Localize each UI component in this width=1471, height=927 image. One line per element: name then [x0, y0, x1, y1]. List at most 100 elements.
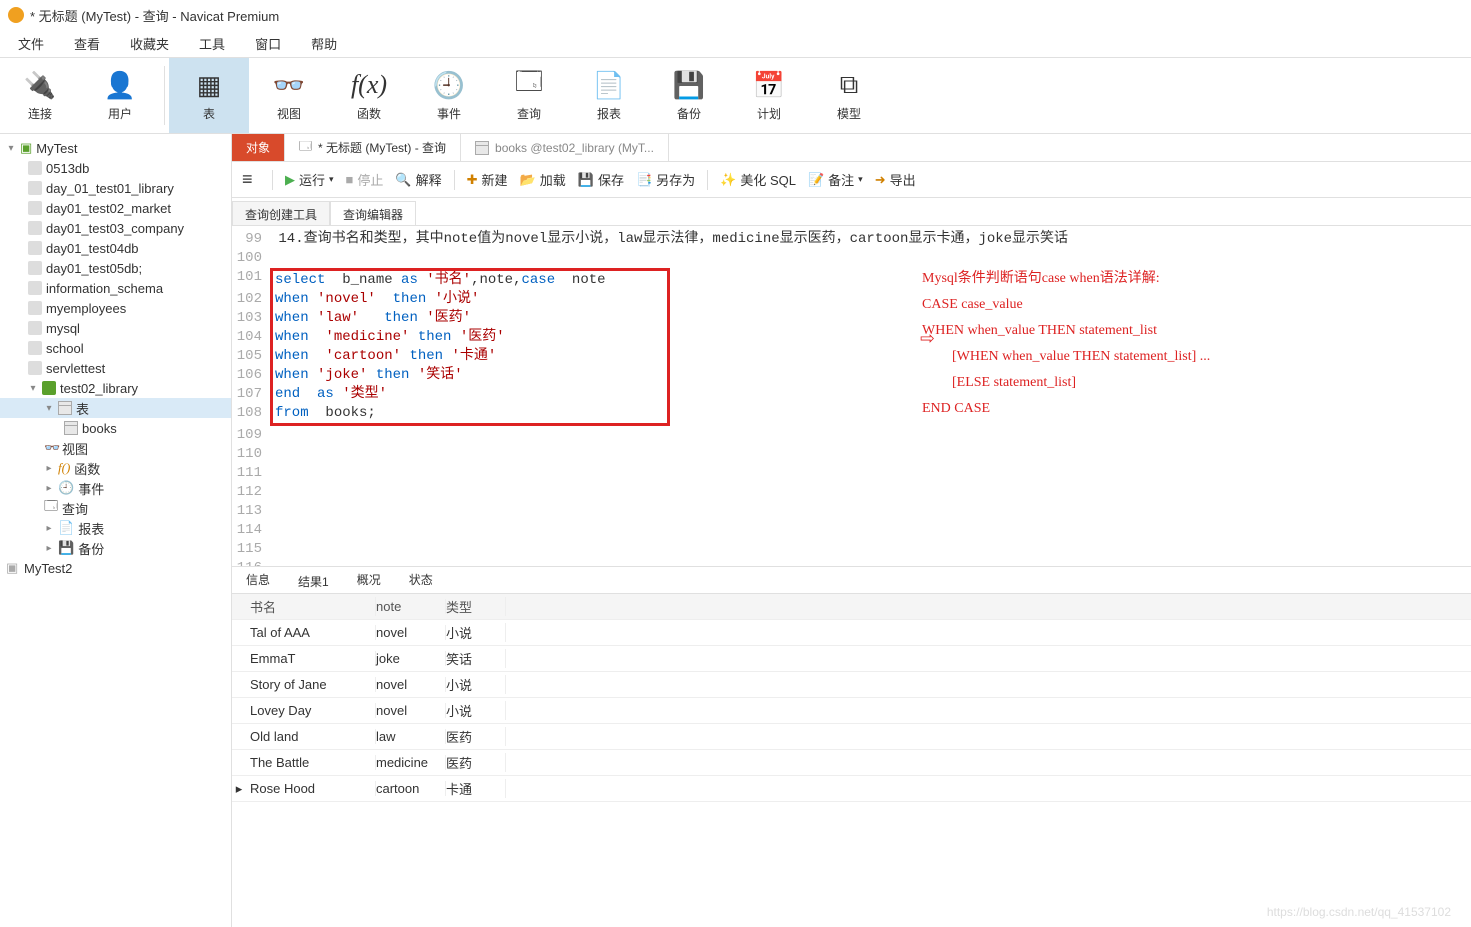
new-button[interactable]: ✚新建	[467, 170, 508, 189]
database-icon	[28, 321, 42, 335]
views-node[interactable]: 👓视图	[0, 438, 231, 458]
subtab-editor[interactable]: 查询编辑器	[330, 201, 416, 225]
annotation: Mysql条件判断语句case when语法详解: CASE case_valu…	[922, 266, 1210, 422]
table-row[interactable]: Lovey Daynovel小说	[232, 698, 1471, 724]
db-servlettest[interactable]: servlettest	[0, 358, 231, 378]
menu-fav[interactable]: 收藏夹	[130, 34, 169, 53]
database-icon	[28, 361, 42, 375]
table-row[interactable]: ▸Rose Hoodcartoon卡通	[232, 776, 1471, 802]
database-icon	[28, 281, 42, 295]
database-icon	[28, 161, 42, 175]
toolbar-用户[interactable]: 👤用户	[80, 58, 160, 133]
menu-tools[interactable]: 工具	[199, 34, 225, 53]
conn-mytest2[interactable]: ▣MyTest2	[0, 558, 231, 578]
menu-window[interactable]: 窗口	[255, 34, 281, 53]
table-row[interactable]: Tal of AAAnovel小说	[232, 620, 1471, 646]
toolbar-icon: 👓	[273, 69, 305, 101]
database-icon	[28, 301, 42, 315]
menu-view[interactable]: 查看	[74, 34, 100, 53]
table-row[interactable]: EmmaTjoke笑话	[232, 646, 1471, 672]
menu-file[interactable]: 文件	[18, 34, 44, 53]
menu-help[interactable]: 帮助	[311, 34, 337, 53]
toolbar-视图[interactable]: 👓视图	[249, 58, 329, 133]
db-school[interactable]: school	[0, 338, 231, 358]
conn-mytest[interactable]: ▾▣MyTest	[0, 138, 231, 158]
db-mysql[interactable]: mysql	[0, 318, 231, 338]
window-title: * 无标题 (MyTest) - 查询 - Navicat Premium	[30, 6, 279, 25]
tab-objects[interactable]: 对象	[232, 134, 285, 161]
explain-button[interactable]: 🔍解释	[395, 170, 441, 189]
menubar: 文件 查看 收藏夹 工具 窗口 帮助	[0, 30, 1471, 58]
backup-node[interactable]: ▸💾备份	[0, 538, 231, 558]
toolbar-icon: f(x)	[353, 69, 385, 101]
tables-node[interactable]: ▾表	[0, 398, 231, 418]
func-node[interactable]: ▸f()函数	[0, 458, 231, 478]
stop-button[interactable]: ■停止	[346, 170, 384, 189]
db-day01_test02_market[interactable]: day01_test02_market	[0, 198, 231, 218]
query-toolbar: ▶运行▾ ■停止 🔍解释 ✚新建 📂加载 💾保存 📑另存为 ✨美化 SQL 📝备…	[232, 162, 1471, 198]
toolbar-icon: 📅	[753, 69, 785, 101]
res-tab-status[interactable]: 状态	[395, 567, 447, 593]
beautify-button[interactable]: ✨美化 SQL	[720, 170, 796, 189]
query-node[interactable]: 🗔查询	[0, 498, 231, 518]
res-tab-result1[interactable]: 结果1	[284, 567, 343, 593]
tab-query[interactable]: 🗔* 无标题 (MyTest) - 查询	[285, 134, 461, 161]
toolbar-表[interactable]: ▦表	[169, 58, 249, 133]
toolbar-模型[interactable]: ⧉模型	[809, 58, 889, 133]
subtab-builder[interactable]: 查询创建工具	[232, 201, 330, 225]
database-icon	[28, 341, 42, 355]
app-icon	[8, 7, 24, 23]
database-icon	[28, 261, 42, 275]
toolbar-icon: ▦	[193, 69, 225, 101]
db-day_01_test01_library[interactable]: day_01_test01_library	[0, 178, 231, 198]
result-grid[interactable]: 书名note类型Tal of AAAnovel小说EmmaTjoke笑话Stor…	[232, 594, 1471, 802]
db-day01_test04db[interactable]: day01_test04db	[0, 238, 231, 258]
toolbar-icon: 💾	[673, 69, 705, 101]
note-button[interactable]: 📝备注▾	[808, 170, 863, 189]
tabbar: 对象 🗔* 无标题 (MyTest) - 查询 books @test02_li…	[232, 134, 1471, 162]
tab-books[interactable]: books @test02_library (MyT...	[461, 134, 669, 161]
db-myemployees[interactable]: myemployees	[0, 298, 231, 318]
db-information_schema[interactable]: information_schema	[0, 278, 231, 298]
database-icon	[28, 201, 42, 215]
report-node[interactable]: ▸📄报表	[0, 518, 231, 538]
main-area: 对象 🗔* 无标题 (MyTest) - 查询 books @test02_li…	[232, 134, 1471, 927]
export-button[interactable]: ➜导出	[875, 170, 916, 189]
sidebar[interactable]: ▾▣MyTest 0513dbday_01_test01_libraryday0…	[0, 134, 232, 927]
toolbar-icon: 👤	[104, 69, 136, 101]
load-button[interactable]: 📂加载	[520, 170, 566, 189]
hamburger-icon[interactable]	[242, 169, 260, 190]
db-0513db[interactable]: 0513db	[0, 158, 231, 178]
sql-editor[interactable]: ⇨ Mysql条件判断语句case when语法详解: CASE case_va…	[232, 226, 1471, 566]
result-tabs: 信息 结果1 概况 状态	[232, 566, 1471, 594]
res-tab-info[interactable]: 信息	[232, 567, 284, 593]
toolbar-icon: 🕘	[433, 69, 465, 101]
toolbar-计划[interactable]: 📅计划	[729, 58, 809, 133]
save-button[interactable]: 💾保存	[578, 170, 624, 189]
toolbar-查询[interactable]: 🗔查询	[489, 58, 569, 133]
editor-subtabs: 查询创建工具 查询编辑器	[232, 198, 1471, 226]
toolbar-icon: ⧉	[833, 69, 865, 101]
toolbar-连接[interactable]: 🔌连接	[0, 58, 80, 133]
toolbar-icon: 🗔	[513, 69, 545, 101]
table-row[interactable]: Old landlaw医药	[232, 724, 1471, 750]
toolbar-事件[interactable]: 🕘事件	[409, 58, 489, 133]
database-icon	[28, 181, 42, 195]
table-row[interactable]: The Battlemedicine医药	[232, 750, 1471, 776]
toolbar-icon: 🔌	[24, 69, 56, 101]
main-toolbar: 🔌连接👤用户▦表👓视图f(x)函数🕘事件🗔查询📄报表💾备份📅计划⧉模型	[0, 58, 1471, 134]
db-day01_test03_company[interactable]: day01_test03_company	[0, 218, 231, 238]
toolbar-备份[interactable]: 💾备份	[649, 58, 729, 133]
toolbar-icon: 📄	[593, 69, 625, 101]
event-node[interactable]: ▸🕘事件	[0, 478, 231, 498]
db-day01_test05db;[interactable]: day01_test05db;	[0, 258, 231, 278]
run-button[interactable]: ▶运行▾	[285, 170, 334, 189]
table-row[interactable]: Story of Janenovel小说	[232, 672, 1471, 698]
db-test02-library[interactable]: ▾test02_library	[0, 378, 231, 398]
toolbar-函数[interactable]: f(x)函数	[329, 58, 409, 133]
toolbar-报表[interactable]: 📄报表	[569, 58, 649, 133]
table-books[interactable]: books	[0, 418, 231, 438]
saveas-button[interactable]: 📑另存为	[636, 170, 695, 189]
database-icon	[28, 241, 42, 255]
res-tab-profile[interactable]: 概况	[343, 567, 395, 593]
